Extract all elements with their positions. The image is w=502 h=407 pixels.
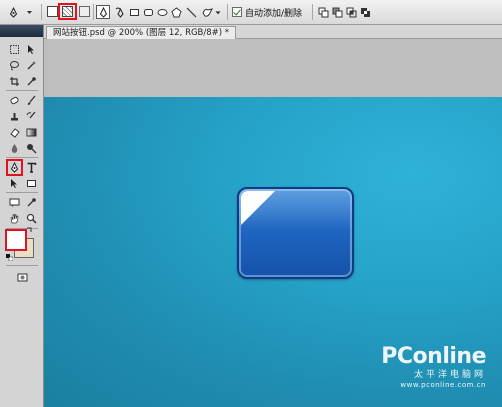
toolbox-title-strip [0, 25, 43, 37]
history-brush-icon[interactable] [24, 109, 38, 123]
pen-tool-icon[interactable] [7, 160, 21, 174]
document-tab[interactable]: 网站按钮.psd @ 200% (图层 12, RGB/8#) * [46, 26, 237, 39]
glass-button-shape[interactable] [237, 187, 354, 279]
document-tab-bar: 网站按钮.psd @ 200% (图层 12, RGB/8#) * [44, 25, 502, 39]
document-tab-title: 网站按钮.psd @ 200% (图层 12, RGB/8#) * [53, 28, 230, 38]
lasso-icon[interactable] [7, 58, 21, 72]
watermark-url: www.pconline.com.cn [400, 381, 486, 389]
type-icon[interactable] [24, 160, 38, 174]
dropdown-arrow-icon[interactable] [22, 5, 36, 19]
pen-tool-icon[interactable] [6, 5, 20, 19]
ellipse-icon[interactable] [155, 5, 169, 19]
watermark-brand: PConline [381, 344, 486, 369]
canvas[interactable]: PConline 太平洋电脑网 www.pconline.com.cn [44, 97, 502, 407]
rounded-rectangle-icon[interactable] [141, 5, 155, 19]
foreground-color-swatch[interactable] [5, 229, 27, 251]
shape-layers-icon[interactable] [47, 6, 58, 17]
options-bar: 自动添加/删除 [0, 0, 502, 25]
add-shape-area-icon[interactable] [316, 5, 330, 19]
magic-wand-icon[interactable] [24, 58, 38, 72]
blur-icon[interactable] [7, 141, 21, 155]
pasteboard [44, 39, 502, 97]
eraser-icon[interactable] [7, 125, 21, 139]
shape-dropdown-icon[interactable] [214, 5, 222, 19]
zoom-icon[interactable] [24, 211, 38, 225]
marquee-icon[interactable] [7, 42, 21, 56]
dodge-icon[interactable] [24, 141, 38, 155]
gradient-icon[interactable] [24, 125, 38, 139]
auto-add-delete-label: 自动添加/删除 [245, 8, 303, 19]
fill-pixels-icon[interactable] [79, 6, 90, 17]
healing-brush-icon[interactable] [7, 93, 21, 107]
eyedropper-sample-icon[interactable] [24, 195, 38, 209]
toolbox [0, 25, 44, 407]
clone-stamp-icon[interactable] [7, 109, 21, 123]
notes-icon[interactable] [7, 195, 21, 209]
brush-icon[interactable] [24, 93, 38, 107]
shape-tool-icon[interactable] [24, 176, 38, 190]
polygon-icon[interactable] [169, 5, 183, 19]
path-selection-icon[interactable] [7, 176, 21, 190]
intersect-area-icon[interactable] [344, 5, 358, 19]
freeform-pen-icon[interactable] [113, 5, 127, 19]
pen-icon[interactable] [96, 5, 110, 19]
rectangle-icon[interactable] [127, 5, 141, 19]
hand-icon[interactable] [7, 211, 21, 225]
eyedropper-icon[interactable] [24, 74, 38, 88]
watermark: PConline 太平洋电脑网 www.pconline.com.cn [381, 344, 486, 389]
crop-icon[interactable] [7, 74, 21, 88]
auto-add-delete-checkbox[interactable] [232, 7, 242, 17]
line-icon[interactable] [184, 5, 198, 19]
exclude-overlap-icon[interactable] [358, 5, 372, 19]
auto-add-delete-option[interactable]: 自动添加/删除 [232, 6, 303, 19]
swap-colors-icon[interactable] [27, 225, 33, 232]
custom-shape-icon[interactable] [200, 5, 214, 19]
default-colors-icon[interactable] [6, 254, 14, 262]
quick-mask-icon[interactable] [15, 270, 29, 284]
paths-mode-highlight [58, 3, 77, 20]
move-icon[interactable] [24, 42, 38, 56]
subtract-area-icon[interactable] [330, 5, 344, 19]
document-area: 网站按钮.psd @ 200% (图层 12, RGB/8#) * PConli… [44, 25, 502, 407]
